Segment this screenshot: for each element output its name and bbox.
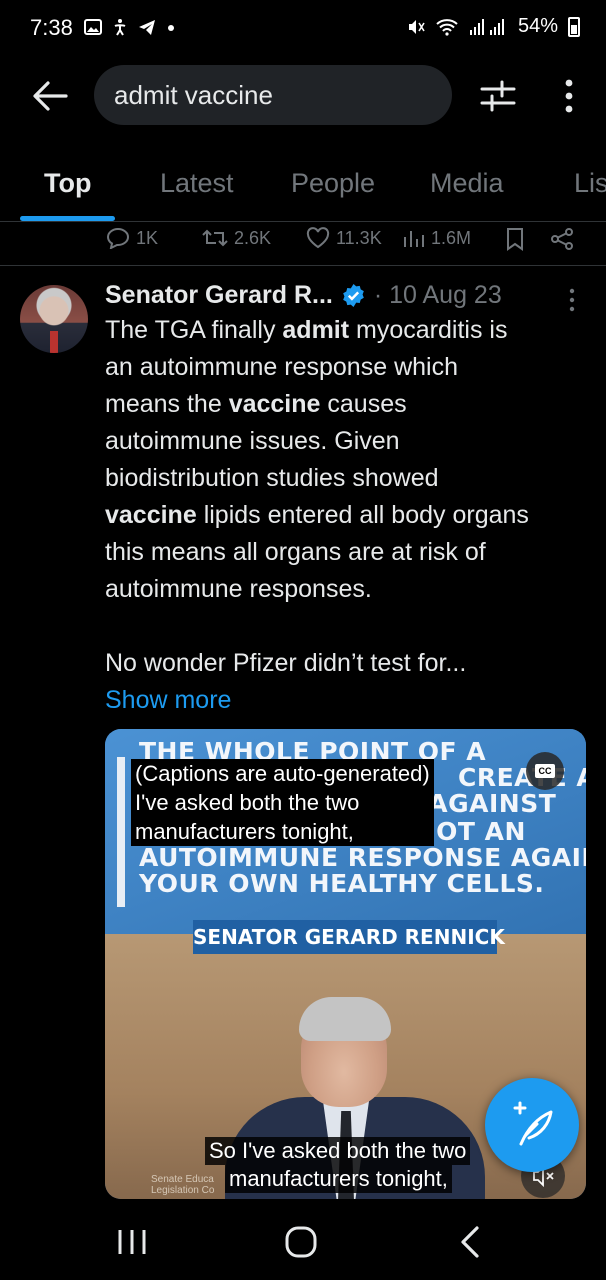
highlight-vaccine: vaccine: [228, 390, 321, 418]
tab-lists[interactable]: Lis: [574, 168, 606, 199]
search-tabs: Top Latest People Media Lis: [0, 150, 606, 222]
analytics-icon: [404, 231, 424, 247]
repost-icon: [202, 229, 228, 247]
system-icons: 54%: [406, 15, 580, 38]
speaker-hair: [299, 997, 391, 1041]
signal-icon: [469, 18, 504, 35]
telegram-icon: [139, 20, 155, 35]
banner-line: AUTOIMMUNE RESPONSE AGAINST: [139, 843, 586, 872]
compose-post-button[interactable]: [485, 1078, 579, 1172]
speaker-name-plate: SENATOR GERARD RENNICK: [193, 920, 505, 954]
show-more-link[interactable]: Show more: [105, 686, 231, 714]
views-count: 1.6M: [431, 227, 472, 248]
gallery-icon: [84, 19, 102, 35]
auto-caption-box: (Captions are auto-generated) I've asked…: [131, 759, 434, 846]
repost-count: 2.6K: [234, 227, 272, 248]
back-nav-icon[interactable]: [451, 1222, 491, 1262]
author-name[interactable]: Senator Gerard R...: [105, 281, 333, 310]
highlight-admit: admit: [282, 316, 350, 344]
post-header: Senator Gerard R... · 10 Aug 23: [105, 278, 502, 312]
compose-feather-icon: [513, 1101, 553, 1146]
like-count: 11.3K: [336, 227, 382, 248]
reply-icon: [106, 227, 130, 249]
home-icon[interactable]: [281, 1222, 321, 1262]
highlight-vaccine-2: vaccine: [105, 501, 197, 529]
status-time: 7:38: [30, 15, 73, 40]
reply-count: 1K: [136, 227, 159, 248]
active-tab-indicator: [20, 216, 115, 221]
cc-icon: CC: [535, 764, 555, 778]
post-text: The TGA finally admit myocarditis is an …: [105, 316, 529, 714]
heart-icon: [306, 227, 330, 249]
recent-apps-icon[interactable]: [112, 1222, 152, 1262]
views-button[interactable]: 1.6M: [403, 227, 471, 249]
author-avatar[interactable]: [20, 285, 88, 353]
burned-in-subtitle: So I've asked both the two manufacturers…: [205, 1137, 471, 1193]
search-bar[interactable]: [94, 65, 452, 125]
senate-watermark: Senate Educa Legislation Co: [151, 1174, 215, 1196]
previous-post-action-bar: 1K 2.6K 11.3K 1.6M: [0, 222, 606, 266]
more-options-icon[interactable]: [555, 78, 583, 114]
mute-icon: [408, 19, 425, 34]
dot-icon: [168, 25, 174, 31]
tab-top[interactable]: Top: [44, 168, 91, 199]
filter-sliders-icon[interactable]: [480, 78, 516, 114]
back-arrow-icon[interactable]: [30, 78, 70, 114]
search-input[interactable]: [114, 65, 434, 125]
banner-bar: [117, 757, 125, 907]
battery-percent: 54%: [517, 15, 558, 37]
android-navigation-bar: [0, 1200, 606, 1280]
notification-icons: [84, 18, 176, 36]
like-button[interactable]: 11.3K: [306, 227, 382, 249]
bookmark-icon[interactable]: [505, 227, 525, 251]
share-icon[interactable]: [550, 227, 574, 251]
tab-latest[interactable]: Latest: [160, 168, 234, 199]
accessibility-icon: [114, 19, 126, 36]
battery-icon: [568, 16, 580, 37]
reply-button[interactable]: 1K: [106, 227, 158, 249]
banner-line: YOUR OWN HEALTHY CELLS.: [139, 869, 545, 898]
verified-badge-icon: [343, 283, 364, 307]
post-more-icon[interactable]: [562, 286, 582, 314]
post-date: · 10 Aug 23: [373, 280, 502, 309]
banner-line: CREATE AN: [458, 763, 586, 792]
status-bar: 7:38 54%: [0, 0, 606, 56]
closed-captions-button[interactable]: CC: [526, 752, 564, 790]
tab-people[interactable]: People: [291, 168, 375, 199]
tab-media[interactable]: Media: [430, 168, 504, 199]
repost-button[interactable]: 2.6K: [202, 227, 271, 249]
wifi-icon: [436, 18, 458, 36]
